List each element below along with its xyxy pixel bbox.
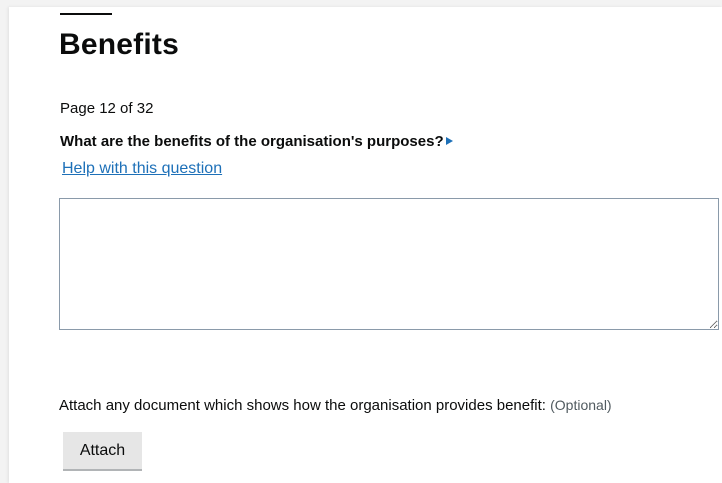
question-text: What are the benefits of the organisatio…	[60, 133, 444, 150]
top-rule	[60, 13, 112, 15]
optional-hint: (Optional)	[550, 397, 612, 413]
triangle-right-icon[interactable]	[445, 137, 453, 145]
answer-textarea[interactable]	[59, 198, 719, 330]
form-panel: Benefits Page 12 of 32 What are the bene…	[9, 7, 722, 483]
page-title: Benefits	[59, 28, 179, 61]
attach-label-text: Attach any document which shows how the …	[59, 397, 546, 414]
attach-label: Attach any document which shows how the …	[59, 395, 612, 416]
help-link[interactable]: Help with this question	[62, 159, 222, 179]
question-heading: What are the benefits of the organisatio…	[60, 132, 453, 152]
page-counter: Page 12 of 32	[60, 100, 154, 117]
attach-button[interactable]: Attach	[63, 432, 142, 471]
